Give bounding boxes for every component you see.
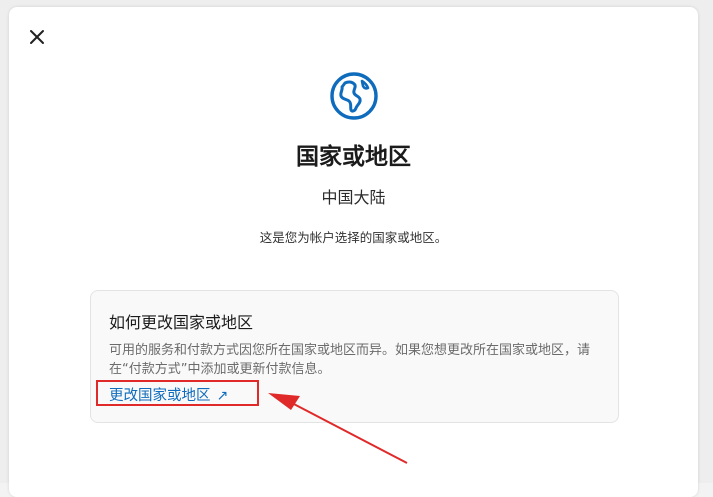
region-dialog: 国家或地区 中国大陆 这是您为帐户选择的国家或地区。 如何更改国家或地区 可用的… [9, 7, 698, 497]
close-button[interactable] [27, 27, 47, 47]
dialog-title: 国家或地区 [296, 144, 411, 170]
globe-icon [330, 72, 378, 120]
background-fragment [0, 170, 9, 210]
card-title: 如何更改国家或地区 [109, 313, 254, 332]
close-icon [30, 30, 44, 44]
current-region: 中国大陆 [321, 188, 386, 207]
region-description: 这是您为帐户选择的国家或地区。 [259, 230, 448, 245]
card-body: 可用的服务和付款方式因您所在国家或地区而异。如果您想更改所在国家或地区，请在“付… [109, 343, 591, 377]
annotation-highlight-box [96, 380, 259, 406]
